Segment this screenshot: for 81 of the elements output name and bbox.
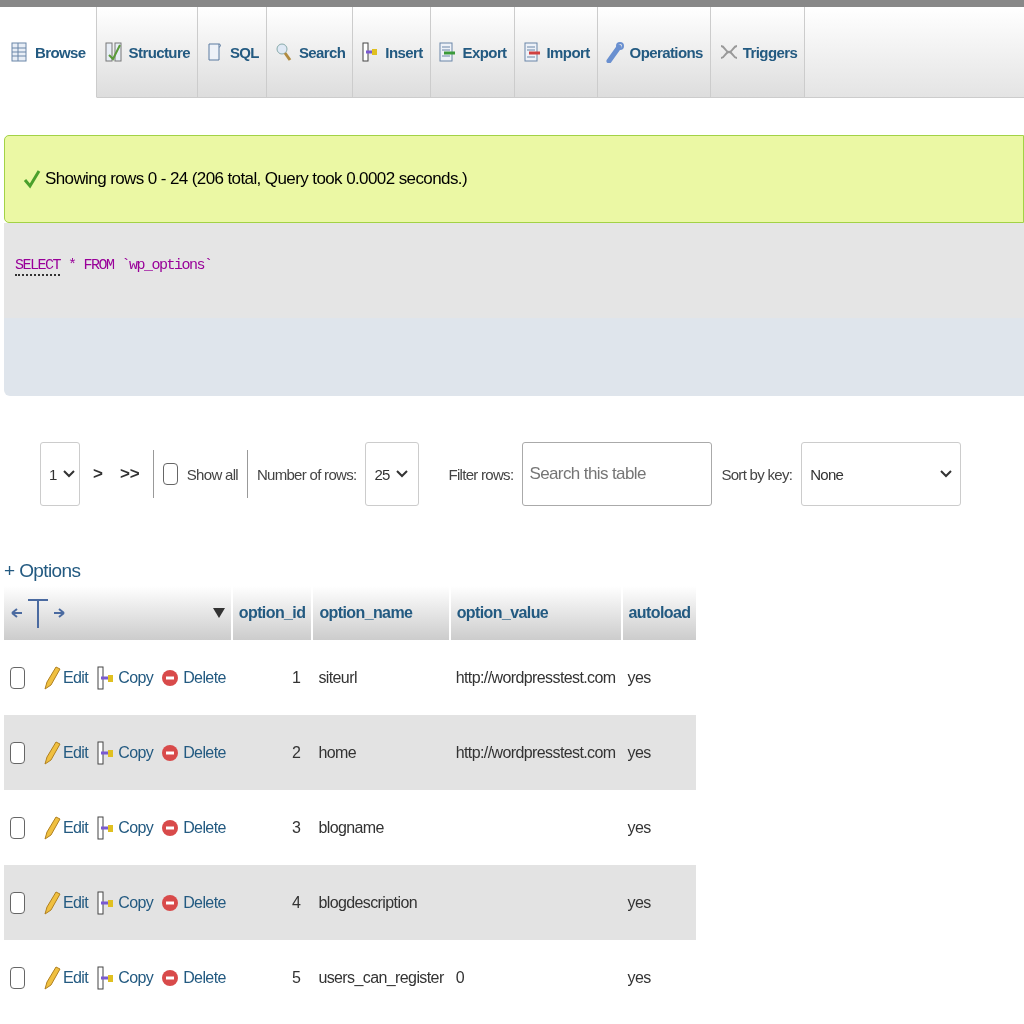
tab[interactable]: Export	[430, 7, 515, 97]
sort-label: Sort by key:	[721, 465, 793, 483]
tab[interactable]: Structure	[96, 7, 198, 97]
search-field[interactable]: Search this table	[522, 442, 713, 506]
table-cell: http://wordpresstest.com	[449, 640, 622, 715]
filter-label: Filter rows:	[448, 465, 514, 483]
action-link[interactable]: Edit	[41, 664, 89, 691]
dropdown-caret-icon	[940, 470, 953, 478]
table-icon	[10, 41, 30, 63]
table-cell: yes	[621, 865, 697, 940]
table-cell: 2	[231, 715, 313, 790]
tab[interactable]: Import	[514, 7, 598, 97]
tab[interactable]: Insert	[353, 7, 431, 97]
table-cell: 1	[231, 640, 313, 715]
table-cell: 3	[231, 790, 313, 865]
row-checkbox[interactable]	[10, 891, 25, 914]
table-cell: home	[312, 715, 450, 790]
table-cell: users_can_register	[312, 940, 450, 1015]
action-link[interactable]: Edit	[41, 964, 89, 991]
action-link[interactable]: Copy	[96, 814, 154, 841]
column-resize-icon	[10, 596, 66, 630]
action-link[interactable]: Copy	[96, 739, 154, 766]
action-link[interactable]: Delete	[161, 814, 226, 841]
action-link[interactable]: Delete	[161, 964, 226, 991]
last-page-button[interactable]: >>	[115, 464, 144, 484]
row-checkbox[interactable]	[10, 666, 25, 689]
tab[interactable]: Operations	[597, 7, 711, 97]
next-page-button[interactable]: >	[89, 464, 107, 484]
checkbox[interactable]	[162, 463, 178, 485]
import-icon	[521, 41, 542, 63]
action-link[interactable]: Delete	[161, 739, 226, 766]
pencil-icon	[41, 739, 61, 766]
sort-triangle-icon	[212, 607, 225, 619]
tab[interactable]: Browse	[0, 7, 97, 98]
action-link[interactable]: Copy	[96, 664, 154, 691]
sort-select[interactable]: None	[801, 442, 962, 506]
table-cell: siteurl	[312, 640, 450, 715]
table-cell: blogname	[312, 790, 450, 865]
tab[interactable]: SQL	[197, 7, 267, 97]
action-link[interactable]: Edit	[41, 739, 89, 766]
pencil-icon	[41, 889, 61, 916]
table-cell: 0	[449, 940, 622, 1015]
rows-select[interactable]: 25	[365, 442, 420, 506]
pencil-icon	[41, 964, 61, 991]
sql-operator: *	[68, 257, 76, 276]
checkmark-icon	[23, 169, 41, 189]
status-message: Showing rows 0 - 24 (206 total, Query took 0.0002 seconds.)	[45, 169, 467, 189]
pencil-icon	[41, 664, 61, 691]
table-cell: yes	[621, 940, 697, 1015]
sql-keyword: FROM	[83, 257, 114, 276]
structure-icon	[103, 41, 124, 63]
table-cell: yes	[621, 640, 697, 715]
sql-keyword[interactable]: SELECT	[15, 257, 60, 276]
action-link[interactable]: Edit	[41, 814, 89, 841]
table-cell: http://wordpresstest.com	[449, 715, 622, 790]
tab[interactable]: Triggers	[710, 7, 806, 97]
row-checkbox[interactable]	[10, 966, 25, 989]
action-link[interactable]: Delete	[161, 889, 226, 916]
tab[interactable]: Search	[266, 7, 354, 97]
rows-label: Number of rows:	[256, 465, 357, 483]
table-cell: yes	[621, 715, 697, 790]
page-select[interactable]: 1	[40, 442, 80, 506]
pencil-icon	[41, 814, 61, 841]
action-link[interactable]: Delete	[161, 664, 226, 691]
row-checkbox[interactable]	[10, 741, 25, 764]
dropdown-caret-icon	[395, 470, 408, 478]
search-icon	[273, 41, 294, 63]
action-link[interactable]: Edit	[41, 889, 89, 916]
row-checkbox[interactable]	[10, 816, 25, 839]
export-icon	[437, 41, 458, 63]
action-link[interactable]: Copy	[96, 964, 154, 991]
table-name: `wp_options`	[121, 257, 212, 276]
dropdown-caret-icon	[62, 470, 75, 478]
action-link[interactable]: Copy	[96, 889, 154, 916]
table-cell: blogdescription	[312, 865, 450, 940]
table-cell: 4	[231, 865, 313, 940]
show-all-label: Show all	[186, 465, 238, 483]
options-link[interactable]: + Options	[4, 560, 81, 581]
wrench-icon	[604, 41, 625, 63]
table-cell: 5	[231, 940, 313, 1015]
table-cell: yes	[621, 790, 697, 865]
